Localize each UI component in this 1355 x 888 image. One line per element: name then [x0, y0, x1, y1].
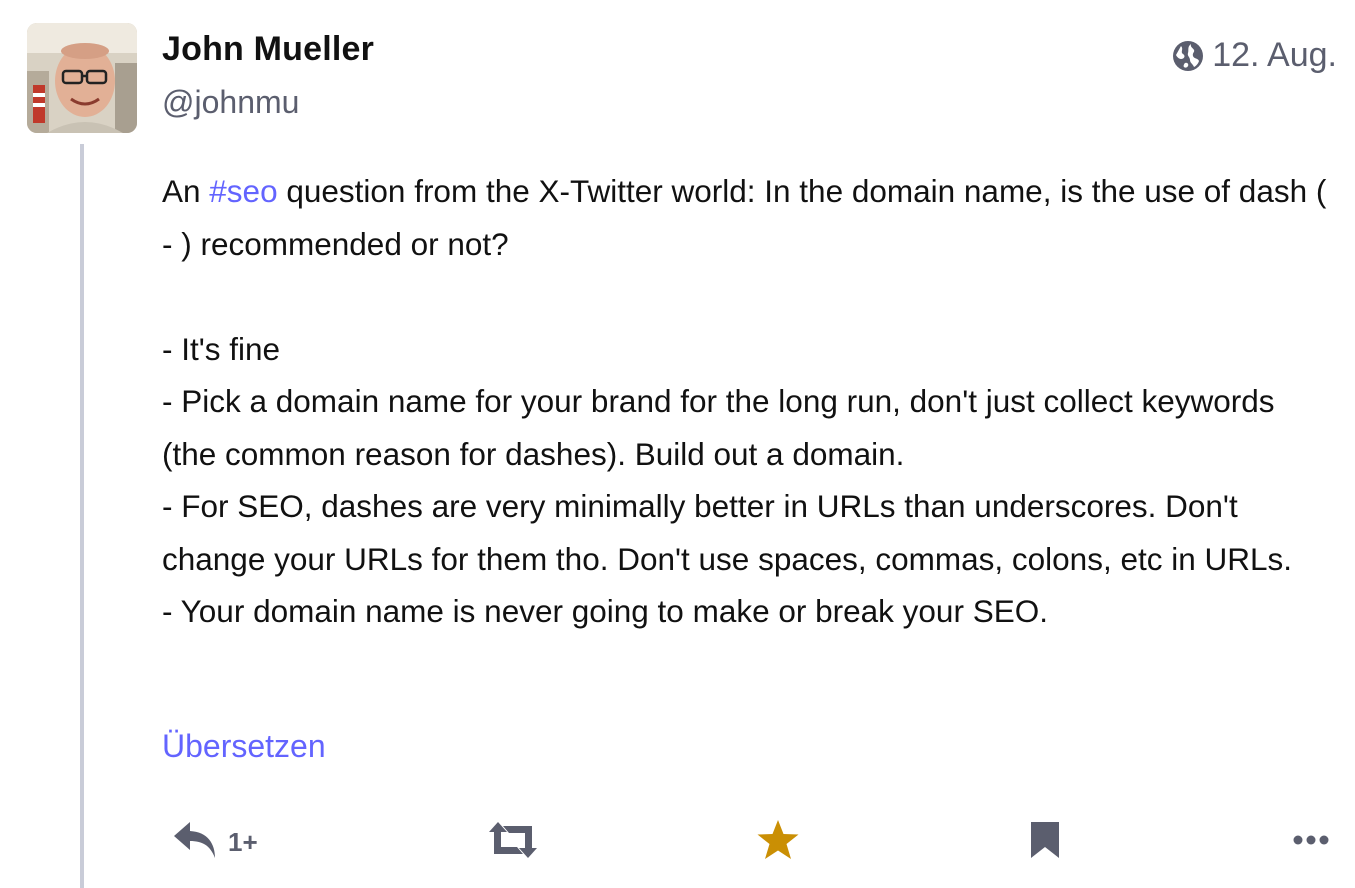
more-button[interactable]	[1293, 810, 1329, 874]
reply-count: 1+	[228, 826, 258, 857]
action-bar: 1+	[0, 810, 1355, 874]
post-timestamp[interactable]: 12. Aug.	[1212, 36, 1337, 75]
author-handle[interactable]: @johnmu	[162, 84, 299, 121]
translate-link[interactable]: Übersetzen	[162, 728, 326, 765]
bookmark-button[interactable]	[1029, 810, 1061, 874]
post-intro: An #seo question from the X-Twitter worl…	[162, 165, 1337, 270]
reply-icon	[172, 820, 218, 865]
boost-button[interactable]	[487, 810, 539, 874]
boost-icon	[487, 820, 539, 865]
status-post: John Mueller @johnmu 12. Aug. An #seo qu…	[0, 0, 1355, 888]
post-content: An #seo question from the X-Twitter worl…	[162, 165, 1337, 638]
post-meta: 12. Aug.	[1172, 36, 1337, 75]
bookmark-icon	[1029, 820, 1061, 865]
avatar[interactable]	[27, 23, 137, 133]
intro-text-after: question from the X-Twitter world: In th…	[162, 173, 1327, 262]
intro-text-before: An	[162, 173, 210, 209]
more-icon	[1293, 833, 1329, 852]
favourite-button[interactable]	[756, 810, 800, 874]
bullet-line: - It's fine	[162, 330, 281, 367]
star-icon	[756, 819, 800, 866]
bullet-line: - Your domain name is never going to mak…	[162, 593, 1048, 629]
bullet-line: - For SEO, dashes are very minimally bet…	[162, 488, 1293, 577]
avatar-image	[27, 23, 137, 133]
thread-line	[80, 144, 84, 888]
bullet-line: - Pick a domain name for your brand for …	[162, 383, 1275, 472]
hashtag-link[interactable]: #seo	[209, 173, 277, 209]
author-display-name[interactable]: John Mueller	[162, 30, 374, 69]
globe-icon	[1172, 40, 1204, 72]
reply-button[interactable]: 1+	[172, 810, 258, 874]
